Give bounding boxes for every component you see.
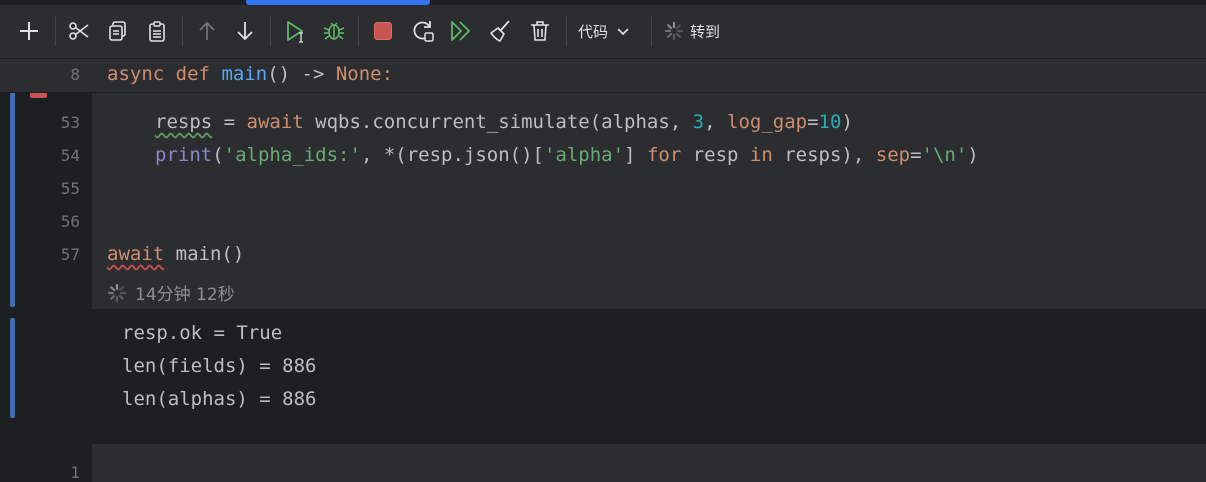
copy-button[interactable] <box>104 17 132 45</box>
run-all-button[interactable] <box>447 17 475 45</box>
broom-icon <box>490 20 510 42</box>
next-code-cell[interactable] <box>92 444 1206 482</box>
cell-output[interactable]: resp.ok = True len(fields) = 886 len(alp… <box>92 309 1206 441</box>
code-line-53[interactable]: resps = await wqbs.concurrent_simulate(a… <box>155 111 853 133</box>
spinner-icon <box>664 21 684 41</box>
delete-cell-button[interactable] <box>526 17 554 45</box>
stop-button[interactable] <box>369 17 397 45</box>
line-number: 53 <box>60 113 80 132</box>
output-line: len(fields) = 886 <box>122 355 317 377</box>
notebook-toolbar: 代码 转到 <box>0 5 1206 59</box>
toolbar-separator <box>270 16 271 46</box>
output-line: len(alphas) = 886 <box>122 388 317 410</box>
goto-status[interactable]: 转到 <box>664 17 720 45</box>
output-selection-bar[interactable] <box>10 318 15 418</box>
elapsed-time: 14分钟 12秒 <box>135 285 235 305</box>
cell-selection-bar[interactable] <box>10 59 15 307</box>
cell-type-label: 代码 <box>578 22 609 41</box>
scissors-icon <box>69 22 89 40</box>
output-line: resp.ok = True <box>122 322 283 344</box>
execution-timer: 14分钟 12秒 <box>107 280 235 305</box>
move-down-button[interactable] <box>231 17 259 45</box>
chevron-down-icon <box>617 28 629 36</box>
line-number: 1 <box>70 463 80 482</box>
clipboard-icon <box>149 21 165 42</box>
run-cell-button[interactable] <box>282 17 310 45</box>
restart-icon <box>413 21 434 42</box>
line-number: 57 <box>60 245 80 264</box>
sticky-scope-header[interactable]: 8 async def main() -> None: <box>0 59 1206 93</box>
debug-cell-button[interactable] <box>320 17 348 45</box>
toolbar-separator <box>566 16 567 46</box>
toolbar-separator <box>182 16 183 46</box>
arrow-up-icon <box>199 21 215 40</box>
spinner-icon <box>107 283 127 302</box>
arrow-down-icon <box>237 22 253 41</box>
line-number: 54 <box>60 146 80 165</box>
stop-icon <box>374 22 392 40</box>
toolbar-separator <box>358 16 359 46</box>
bug-icon <box>323 22 345 40</box>
line-number: 8 <box>70 65 80 84</box>
code-line-57[interactable]: await main() <box>107 243 244 265</box>
clear-outputs-button[interactable] <box>487 17 515 45</box>
line-number: 55 <box>60 179 80 198</box>
goto-label: 转到 <box>690 22 721 41</box>
code-line-54[interactable]: print('alpha_ids:', *(resp.json()['alpha… <box>155 144 979 166</box>
trash-icon <box>531 21 549 41</box>
add-cell-button[interactable] <box>15 17 43 45</box>
run-cursor-icon <box>287 21 303 43</box>
sticky-code-line: async def main() -> None: <box>107 63 394 85</box>
toolbar-separator <box>55 16 56 46</box>
run-all-icon <box>451 21 470 41</box>
restart-kernel-button[interactable] <box>409 17 437 45</box>
copy-icon <box>109 21 126 41</box>
cell-type-dropdown[interactable]: 代码 <box>578 17 630 45</box>
code-cell[interactable] <box>92 59 1206 309</box>
toolbar-separator <box>651 16 652 46</box>
paste-button[interactable] <box>143 17 171 45</box>
cut-button[interactable] <box>65 17 93 45</box>
move-up-button[interactable] <box>193 17 221 45</box>
plus-icon <box>20 22 38 40</box>
line-number: 56 <box>60 212 80 231</box>
